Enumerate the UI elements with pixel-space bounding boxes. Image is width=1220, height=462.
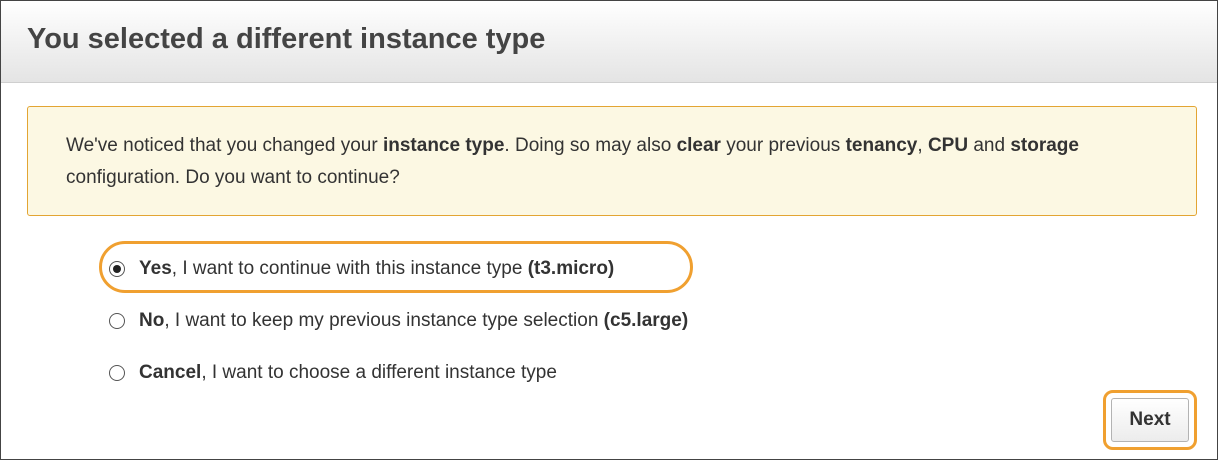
warning-bold-storage: storage: [1010, 135, 1079, 156]
option-no-label: No, I want to keep my previous instance …: [139, 310, 688, 332]
warning-text-part: We've noticed that you changed your: [66, 135, 383, 156]
warning-box: We've noticed that you changed your inst…: [27, 106, 1197, 216]
warning-text-part: and: [968, 135, 1011, 156]
warning-text-part: ,: [917, 135, 928, 156]
warning-bold-cpu: CPU: [927, 135, 969, 156]
option-no-instance: (c5.large): [603, 310, 689, 331]
dialog-title: You selected a different instance type: [27, 23, 546, 55]
dialog-header: You selected a different instance type: [1, 1, 1217, 83]
warning-bold-clear: clear: [676, 135, 721, 156]
option-yes-instance: (t3.micro): [527, 258, 615, 279]
option-no-text: , I want to keep my previous instance ty…: [164, 310, 604, 331]
instance-type-change-dialog: You selected a different instance type W…: [0, 0, 1218, 460]
option-cancel-label: Cancel, I want to choose a different ins…: [139, 362, 557, 384]
option-cancel-bold: Cancel: [139, 362, 202, 383]
radio-yes[interactable]: [109, 261, 125, 277]
option-cancel-text: , I want to choose a different instance …: [201, 362, 557, 383]
warning-message: We've noticed that you changed your inst…: [66, 130, 1166, 194]
option-yes-label: Yes, I want to continue with this instan…: [139, 258, 614, 280]
warning-bold-instance-type: instance type: [382, 135, 505, 156]
warning-text-part: . Doing so may also: [504, 135, 677, 156]
next-button[interactable]: Next: [1111, 398, 1189, 442]
option-yes-bold: Yes: [139, 258, 172, 279]
option-cancel[interactable]: Cancel, I want to choose a different ins…: [109, 359, 557, 387]
warning-text-part: your previous: [720, 135, 846, 156]
option-yes[interactable]: Yes, I want to continue with this instan…: [109, 255, 614, 283]
option-no[interactable]: No, I want to keep my previous instance …: [109, 307, 688, 335]
warning-bold-tenancy: tenancy: [845, 135, 918, 156]
radio-no[interactable]: [109, 313, 125, 329]
radio-cancel[interactable]: [109, 365, 125, 381]
warning-text-part: configuration. Do you want to continue?: [66, 167, 400, 188]
option-no-bold: No: [139, 310, 165, 331]
option-yes-text: , I want to continue with this instance …: [171, 258, 528, 279]
